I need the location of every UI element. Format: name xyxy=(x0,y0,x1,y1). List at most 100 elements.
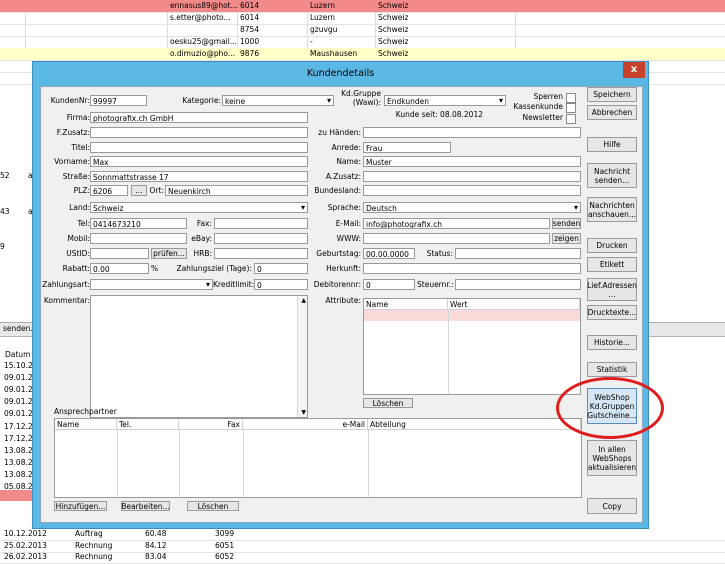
hilfe-button[interactable]: Hilfe xyxy=(587,137,637,152)
attr-col-wert[interactable]: Wert xyxy=(448,299,580,310)
statistik-button[interactable]: Statistik xyxy=(587,362,637,377)
bundesland-label: Bundesland: xyxy=(314,186,361,195)
kundennr-field[interactable]: 99997 xyxy=(90,95,147,106)
strasse-field[interactable]: Sonnmattstrasse 17 xyxy=(90,171,308,182)
www-field[interactable] xyxy=(363,233,550,244)
ustid-pruefen-button[interactable]: prüfen... xyxy=(151,248,187,259)
hinzufuegen-button[interactable]: Hinzufügen... xyxy=(54,501,107,511)
fax-field[interactable] xyxy=(214,218,308,229)
drucktexte-button[interactable]: Drucktexte... xyxy=(587,305,637,320)
plz-label: PLZ: xyxy=(73,186,90,195)
datum-header: Datum xyxy=(5,350,31,359)
kundendetails-dialog: Kundendetails x KundenNr: 99997 Kategori… xyxy=(32,61,649,529)
bundesland-field[interactable] xyxy=(363,185,581,196)
anrede-field[interactable]: Frau xyxy=(363,142,451,153)
email-senden-button[interactable]: senden xyxy=(552,218,581,229)
ap-col-abteilung[interactable]: Abteilung xyxy=(368,419,581,430)
attribute-grid[interactable]: Name Wert xyxy=(363,298,581,395)
strasse-label: Straße: xyxy=(62,172,90,181)
azusatz-label: A.Zusatz: xyxy=(325,172,361,181)
land-select[interactable]: Schweiz xyxy=(90,202,308,213)
kassenkunde-checkbox[interactable] xyxy=(566,103,576,113)
herkunft-field[interactable] xyxy=(363,263,581,274)
bearbeiten-button[interactable]: Bearbeiten... xyxy=(121,501,170,511)
historie-button[interactable]: Historie... xyxy=(587,335,637,350)
drucken-button[interactable]: Drucken xyxy=(587,238,637,253)
etikett-button[interactable]: Etikett xyxy=(587,257,637,272)
rabatt-unit: % xyxy=(151,264,159,273)
lief-adressen-button[interactable]: Lief.Adressen ... xyxy=(587,278,637,301)
ort-label: Ort: xyxy=(149,186,164,195)
kommentar-scrollbar[interactable] xyxy=(297,296,307,417)
dialog-titlebar[interactable]: Kundendetails x xyxy=(33,62,648,86)
sperren-checkbox[interactable] xyxy=(566,93,576,103)
www-zeigen-button[interactable]: zeigen xyxy=(552,233,581,244)
table-row[interactable]: 26.02.2013 Rechnung 83.04 6052 xyxy=(0,551,725,564)
ap-loeschen-button[interactable]: Löschen xyxy=(187,501,239,511)
annotation-circle xyxy=(556,377,664,439)
attr-row-selected[interactable] xyxy=(364,310,580,321)
zahlungsziel-field[interactable]: 0 xyxy=(254,263,308,274)
date-cell: 17.12.2 xyxy=(4,433,33,443)
debitorennr-label: Debitorennr: xyxy=(313,280,361,289)
ansprechpartner-grid[interactable]: Name Tel. Fax e-Mail Abteilung xyxy=(54,418,582,498)
table-cell: 3099 xyxy=(215,529,235,538)
scroll-down-icon[interactable]: ▼ xyxy=(301,409,306,416)
mobil-field[interactable] xyxy=(90,233,187,244)
scroll-up-icon[interactable]: ▲ xyxy=(301,297,306,304)
debitorennr-field[interactable]: 0 xyxy=(363,279,415,290)
rabatt-field[interactable]: 0.00 xyxy=(90,263,149,274)
plz-field[interactable]: 6206 xyxy=(90,185,128,196)
kategorie-select[interactable]: keine xyxy=(222,95,334,106)
fzusatz-field[interactable] xyxy=(90,127,308,138)
speichern-button[interactable]: Speichern xyxy=(587,87,637,102)
table-cell: 25.02.2013 xyxy=(4,540,47,550)
zuhaenden-field[interactable] xyxy=(363,127,581,138)
vorname-field[interactable]: Max xyxy=(90,156,308,167)
kdgruppe-select[interactable]: Endkunden xyxy=(384,95,506,106)
nachrichten-anschauen-button[interactable]: Nachrichten anschauen... xyxy=(587,197,637,222)
zahlungsart-select[interactable] xyxy=(90,279,213,290)
email-field[interactable]: info@photografix.ch xyxy=(363,218,550,229)
ap-col-tel[interactable]: Tel. xyxy=(117,419,179,430)
vorname-label: Vorname: xyxy=(54,157,90,166)
kreditlimit-label: Kreditlimit: xyxy=(213,280,255,289)
name-field[interactable]: Muster xyxy=(363,156,581,167)
ort-field[interactable]: Neuenkirch xyxy=(165,185,308,196)
plz-lookup-button[interactable]: ... xyxy=(131,185,147,196)
attr-loeschen-button[interactable]: Löschen xyxy=(363,398,413,408)
table-cell: Rechnung xyxy=(75,552,113,561)
rabatt-label: Rabatt: xyxy=(62,264,90,273)
fzusatz-label: F.Zusatz: xyxy=(56,128,90,137)
ebay-field[interactable] xyxy=(214,233,308,244)
sprache-select[interactable]: Deutsch xyxy=(363,202,581,213)
land-label: Land: xyxy=(69,203,90,212)
steuernr-field[interactable] xyxy=(455,279,581,290)
in-allen-webshops-aktualisieren-button[interactable]: In allen WebShops aktualisieren xyxy=(587,440,637,476)
firma-field[interactable]: photografix.ch GmbH xyxy=(90,112,308,123)
abbrechen-button[interactable]: Abbrechen xyxy=(587,105,637,120)
kreditlimit-field[interactable]: 0 xyxy=(254,279,308,290)
name-label: Name: xyxy=(336,157,361,166)
titel-field[interactable] xyxy=(90,142,308,153)
ap-col-email[interactable]: e-Mail xyxy=(243,419,368,430)
ap-col-fax[interactable]: Fax xyxy=(179,419,243,430)
tel-field[interactable]: 0414673210 xyxy=(90,218,187,229)
ustid-label: UStID: xyxy=(66,249,90,258)
newsletter-checkbox[interactable] xyxy=(566,114,576,124)
close-icon: x xyxy=(630,64,638,75)
nachricht-senden-button[interactable]: Nachricht senden... xyxy=(587,163,637,188)
attr-col-name[interactable]: Name xyxy=(364,299,448,310)
hrb-field[interactable] xyxy=(214,248,308,259)
date-cell: 15.10.2 xyxy=(4,361,33,370)
status-field[interactable] xyxy=(455,248,581,259)
ustid-field[interactable] xyxy=(90,248,149,259)
table-cell: 60.48 xyxy=(145,529,167,538)
geburtstag-field[interactable]: 00.00.0000 xyxy=(363,248,415,259)
azusatz-field[interactable] xyxy=(363,171,581,182)
zuhaenden-label: zu Händen: xyxy=(318,128,361,137)
copy-button[interactable]: Copy xyxy=(587,498,637,514)
ap-col-name[interactable]: Name xyxy=(55,419,117,430)
close-button[interactable]: x xyxy=(623,62,645,78)
kommentar-textarea[interactable]: ▲ ▼ xyxy=(90,295,308,418)
